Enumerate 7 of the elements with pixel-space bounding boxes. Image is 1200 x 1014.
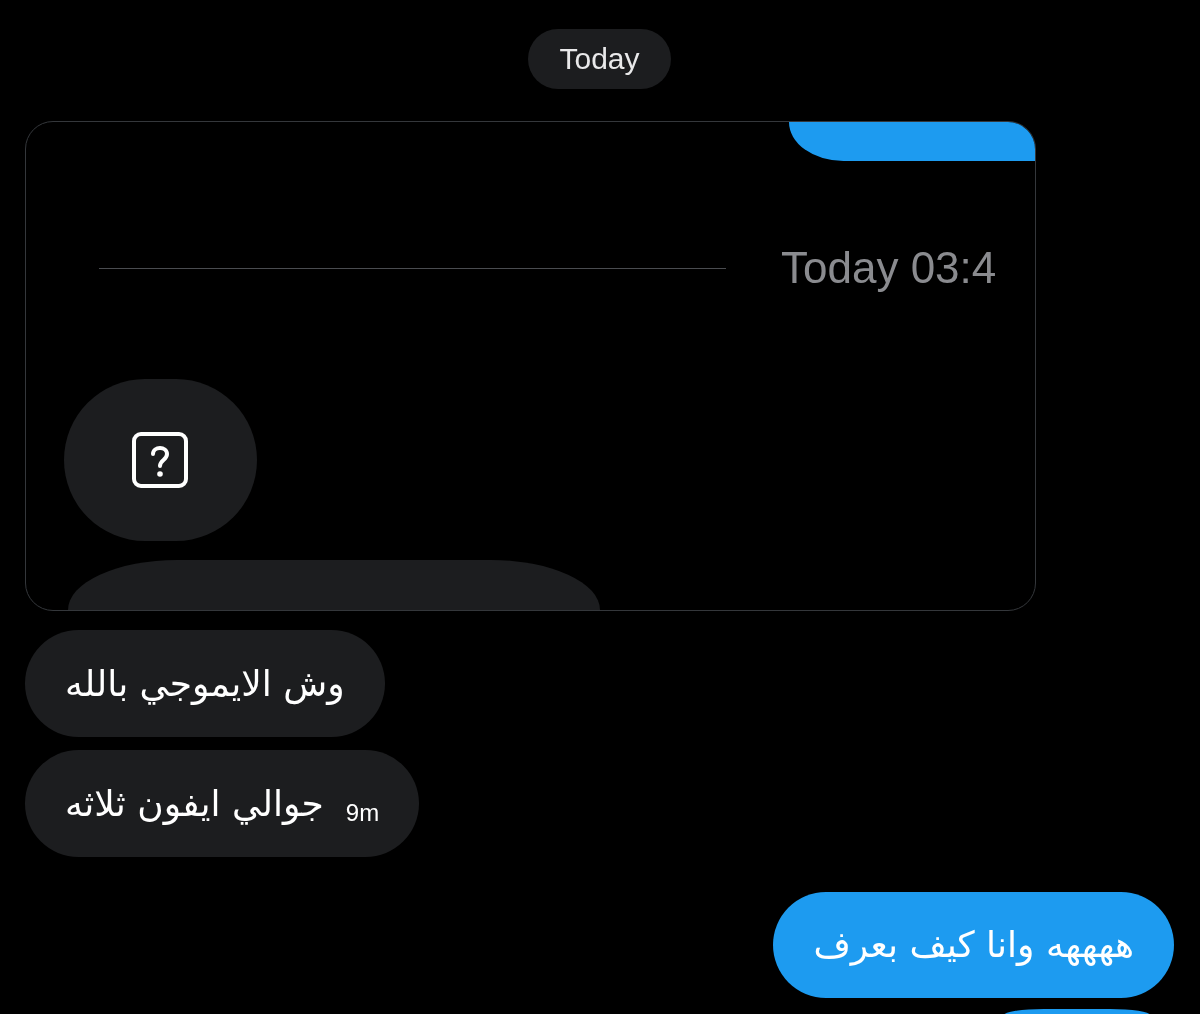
message-text: وش الايموجي بالله	[65, 661, 345, 706]
timestamp: Today 03:4	[781, 243, 997, 293]
date-separator: Today	[528, 29, 671, 89]
message-text: ههههه وانا كيف بعرف	[813, 923, 1134, 967]
question-mark-icon	[131, 432, 188, 488]
message-text: جوالي ايفون ثلاثه	[65, 781, 324, 826]
message-time: 9m	[345, 798, 380, 827]
